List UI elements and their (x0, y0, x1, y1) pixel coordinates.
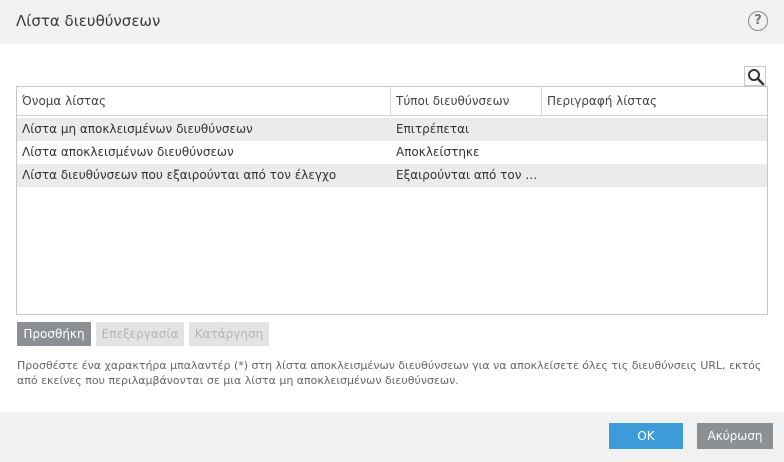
row-address-type: Επιτρέπεται (396, 122, 470, 136)
title-bar: Λίστα διευθύνσεων ? (0, 0, 784, 44)
column-header-list-name[interactable]: Όνομα λίστας (17, 87, 391, 115)
column-header-address-types[interactable]: Τύποι διευθύνσεων (391, 87, 542, 115)
column-header-list-description[interactable]: Περιγραφή λίστας (542, 87, 770, 115)
row-address-type: Αποκλείστηκε (396, 145, 480, 159)
row-address-type: Εξαιρούνται από τον έλε... (396, 168, 542, 182)
wildcard-hint-text: Προσθέστε ένα χαρακτήρα μπαλαντέρ (*) στ… (17, 359, 762, 387)
remove-button[interactable]: Κατάργηση (189, 322, 269, 346)
dialog-title: Λίστα διευθύνσεων (16, 12, 161, 30)
search-button[interactable] (744, 66, 766, 86)
ok-button[interactable]: OK (609, 423, 683, 449)
table-row[interactable]: Λίστα διευθύνσεων που εξαιρούνται από το… (17, 164, 767, 187)
row-list-name: Λίστα διευθύνσεων που εξαιρούνται από το… (22, 168, 337, 182)
table-row[interactable]: Λίστα μη αποκλεισμένων διευθύνσεων Επιτρ… (17, 118, 767, 141)
cancel-button[interactable]: Ακύρωση (697, 423, 773, 449)
add-button[interactable]: Προσθήκη (17, 322, 91, 346)
table-row[interactable]: Λίστα αποκλεισμένων διευθύνσεων Αποκλείσ… (17, 141, 767, 164)
row-list-name: Λίστα μη αποκλεισμένων διευθύνσεων (22, 122, 253, 136)
table-header: Όνομα λίστας Τύποι διευθύνσεων Περιγραφή… (17, 87, 767, 116)
row-list-name: Λίστα αποκλεισμένων διευθύνσεων (22, 145, 234, 159)
help-icon[interactable]: ? (748, 11, 768, 31)
address-list-table: Όνομα λίστας Τύποι διευθύνσεων Περιγραφή… (16, 86, 768, 315)
edit-button[interactable]: Επεξεργασία (96, 322, 184, 346)
